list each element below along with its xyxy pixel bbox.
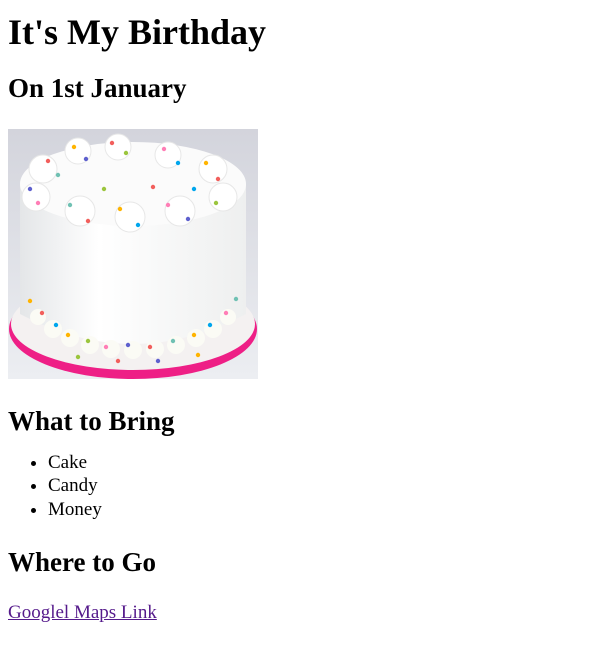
google-maps-link[interactable]: Googlel Maps Link bbox=[8, 602, 157, 624]
where-to-go-heading: Where to Go bbox=[8, 546, 156, 577]
list-item: Money bbox=[48, 498, 589, 521]
bring-list: Cake Candy Money bbox=[8, 451, 589, 521]
list-item: Cake bbox=[48, 451, 589, 474]
date-heading: On 1st January bbox=[8, 73, 187, 103]
what-to-bring-heading: What to Bring bbox=[8, 406, 175, 436]
cake-image bbox=[8, 129, 258, 379]
list-item: Candy bbox=[48, 474, 589, 497]
page-title: It's My Birthday bbox=[8, 12, 267, 52]
